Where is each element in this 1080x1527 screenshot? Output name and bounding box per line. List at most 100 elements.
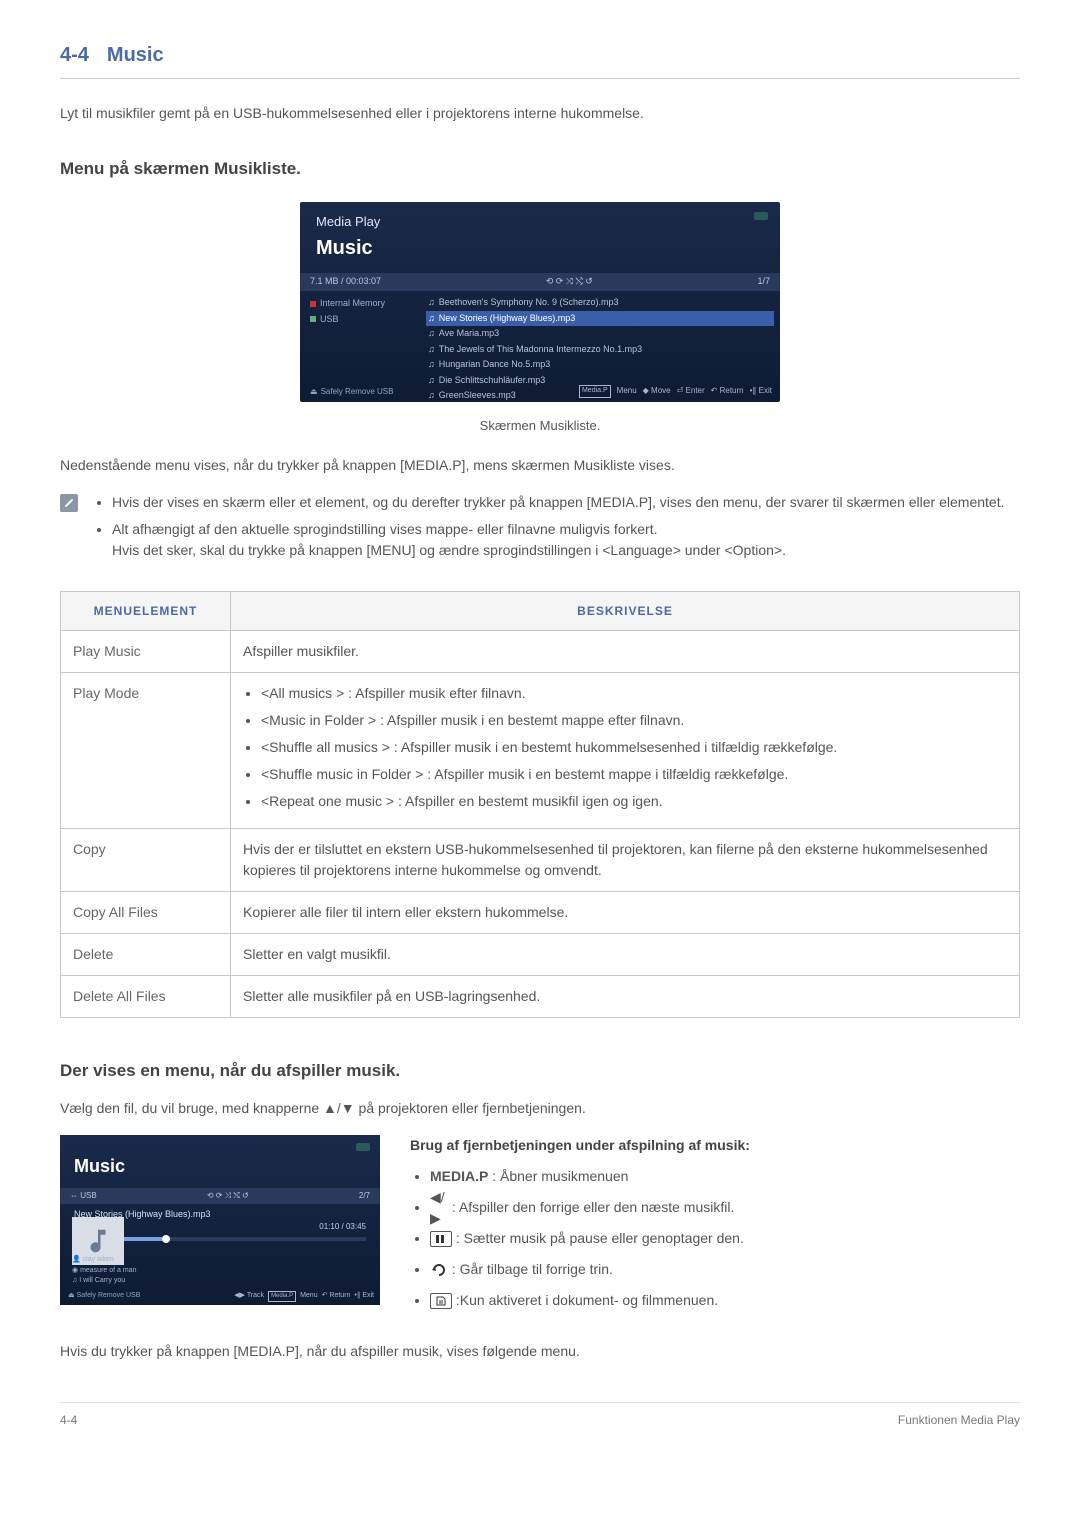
menu-table: MENUELEMENT BESKRIVELSE Play Music Afspi… — [60, 591, 1020, 1018]
memory-dot-icon — [310, 301, 316, 307]
table-row: Copy All Files Kopierer alle filer til i… — [61, 892, 1020, 934]
file-item: New Stories (Highway Blues).mp3 — [439, 312, 576, 326]
mediap-label: MEDIA.P — [430, 1168, 488, 1184]
side-usb: USB — [320, 313, 339, 327]
return-label: ↶ Return — [322, 1291, 351, 1302]
remote-item: : Går tilbage til forrige trin. — [430, 1259, 750, 1280]
mediap-key: Media.P — [579, 385, 611, 398]
menu-name: Delete All Files — [61, 976, 231, 1018]
file-item: GreenSleeves.mp3 — [439, 389, 516, 403]
note-item: Alt afhængigt af den aktuelle sprogindst… — [112, 519, 1004, 561]
exit-label: •∥ Exit — [354, 1291, 374, 1302]
menu-desc: Afspiller musikfiler. — [231, 631, 1020, 673]
page-label: 2/7 — [359, 1190, 370, 1202]
subsection-heading-musiclist: Menu på skærmen Musikliste. — [60, 156, 1020, 182]
screenshot-page: 1/7 — [757, 275, 770, 289]
menu-name: Delete — [61, 934, 231, 976]
menu-name: Copy — [61, 829, 231, 892]
remote-item: :Kun aktiveret i dokument- og filmmenuen… — [430, 1290, 750, 1311]
screenshot-musiclist: Media Play Music 7.1 MB / 00:03:07 ⟲ ⟳ ⤨… — [60, 202, 1020, 402]
section-header: 4-4 Music — [60, 40, 1020, 79]
menu-label: Menu — [617, 385, 637, 397]
music-note-icon: ♫ — [428, 389, 435, 403]
music-note-icon: ♫ — [428, 343, 435, 357]
footer-left: 4-4 — [60, 1411, 77, 1429]
remote-item: : Sætter musik på pause eller genoptager… — [430, 1228, 750, 1249]
music-note-icon: ♫ — [428, 312, 435, 326]
pause-icon — [430, 1231, 452, 1247]
menu-name: Copy All Files — [61, 892, 231, 934]
table-row: Play Mode <All musics > : Afspiller musi… — [61, 673, 1020, 829]
menu-name: Play Music — [61, 631, 231, 673]
usb-dot-icon — [310, 316, 316, 322]
enter-label: ⏎ Enter — [677, 385, 705, 397]
album-line: ◉ measure of a man — [72, 1266, 136, 1277]
side-internal-memory: Internal Memory — [320, 297, 385, 311]
safely-remove-label: ⏏ Safely Remove USB — [68, 1291, 140, 1302]
playmode-item: <Repeat one music > : Afspiller en beste… — [261, 791, 1007, 812]
screenshot2-title: Music — [60, 1135, 380, 1188]
eject-icon: ⏏ — [310, 386, 318, 398]
paragraph-below-screenshot: Nedenstående menu vises, når du trykker … — [60, 455, 1020, 476]
mediap-key: Media.P — [268, 1291, 296, 1302]
section-number: 4-4 — [60, 40, 89, 70]
track-key: ◀▶ Track — [234, 1291, 264, 1302]
file-item: Ave Maria.mp3 — [439, 327, 499, 341]
menu-desc: Sletter en valgt musikfil. — [231, 934, 1020, 976]
intro-paragraph: Lyt til musikfiler gemt på en USB-hukomm… — [60, 103, 1020, 124]
file-item: Beethoven's Symphony No. 9 (Scherzo).mp3 — [439, 296, 619, 310]
remote-item: ◀/▶ : Afspiller den forrige eller den næ… — [430, 1197, 750, 1218]
table-row: Copy Hvis der er tilsluttet en ekstern U… — [61, 829, 1020, 892]
playmode-item: <Shuffle music in Folder > : Afspiller m… — [261, 764, 1007, 785]
table-header-element: MENUELEMENT — [61, 592, 231, 631]
exit-label: •∥ Exit — [750, 385, 772, 397]
file-item: The Jewels of This Madonna Intermezzo No… — [439, 343, 642, 357]
back-icon — [430, 1263, 448, 1277]
menu-label: Menu — [300, 1291, 318, 1302]
playback-icons: ⟲ ⟳ ⤨ ⤭ ↺ — [546, 275, 593, 289]
music-note-icon: ♫ — [428, 296, 435, 310]
safely-remove-label: Safely Remove USB — [321, 386, 394, 398]
note-item: Hvis der vises en skærm eller et element… — [112, 492, 1004, 513]
footer-right: Funktionen Media Play — [898, 1411, 1020, 1429]
playmode-item: <All musics > : Afspiller musik efter fi… — [261, 683, 1007, 704]
playback-icons: ⟲ ⟳ ⤨ ⤭ ↺ — [207, 1190, 249, 1202]
menu-desc: Hvis der er tilsluttet en ekstern USB-hu… — [231, 829, 1020, 892]
return-label: ↶ Return — [711, 385, 744, 397]
table-row: Delete Sletter en valgt musikfil. — [61, 934, 1020, 976]
playmode-item: <Shuffle all musics > : Afspiller musik … — [261, 737, 1007, 758]
playmode-item: <Music in Folder > : Afspiller musik i e… — [261, 710, 1007, 731]
move-label: ◆ Move — [643, 385, 671, 397]
usb-icon — [356, 1143, 370, 1151]
screenshot-caption: Skærmen Musikliste. — [60, 416, 1020, 436]
paragraph-after-remote: Hvis du trykker på knappen [MEDIA.P], nå… — [60, 1341, 1020, 1362]
music-note-icon: ♫ — [428, 327, 435, 341]
artist-line: 👤 clay aiken — [72, 1255, 136, 1266]
usb-icon — [754, 212, 768, 220]
menu-desc: Kopierer alle filer til intern eller eks… — [231, 892, 1020, 934]
music-note-icon: ♫ — [428, 374, 435, 388]
screenshot-stat: 7.1 MB / 00:03:07 — [310, 275, 381, 289]
song-line: ♫ I will Carry you — [72, 1276, 136, 1287]
section-title: Music — [107, 40, 164, 70]
document-icon — [430, 1293, 452, 1309]
table-header-description: BESKRIVELSE — [231, 592, 1020, 631]
file-item: Hungarian Dance No.5.mp3 — [439, 358, 551, 372]
file-item: Die Schlittschuhläufer.mp3 — [439, 374, 546, 388]
menu-name: Play Mode — [61, 673, 231, 829]
table-row: Play Music Afspiller musikfiler. — [61, 631, 1020, 673]
table-row: Delete All Files Sletter alle musikfiler… — [61, 976, 1020, 1018]
remote-usage-title: Brug af fjernbetjeningen under afspilnin… — [410, 1135, 750, 1156]
prev-next-icon: ◀/▶ — [430, 1201, 448, 1215]
music-note-icon: ♫ — [428, 358, 435, 372]
remote-item: MEDIA.P : Åbner musikmenuen — [430, 1166, 750, 1187]
subsection-heading-playmenu: Der vises en menu, når du afspiller musi… — [60, 1058, 1020, 1084]
note-block: Hvis der vises en skærm eller et element… — [60, 492, 1020, 567]
page-footer: 4-4 Funktionen Media Play — [60, 1402, 1020, 1429]
usb-label: ⇔ USB — [70, 1190, 97, 1202]
menu-desc: Sletter alle musikfiler på en USB-lagrin… — [231, 976, 1020, 1018]
screenshot-app-label: Media Play — [300, 202, 780, 234]
note-icon — [60, 494, 78, 512]
play-instruction: Vælg den fil, du vil bruge, med knappern… — [60, 1098, 1020, 1119]
screenshot-title: Music — [300, 233, 780, 273]
